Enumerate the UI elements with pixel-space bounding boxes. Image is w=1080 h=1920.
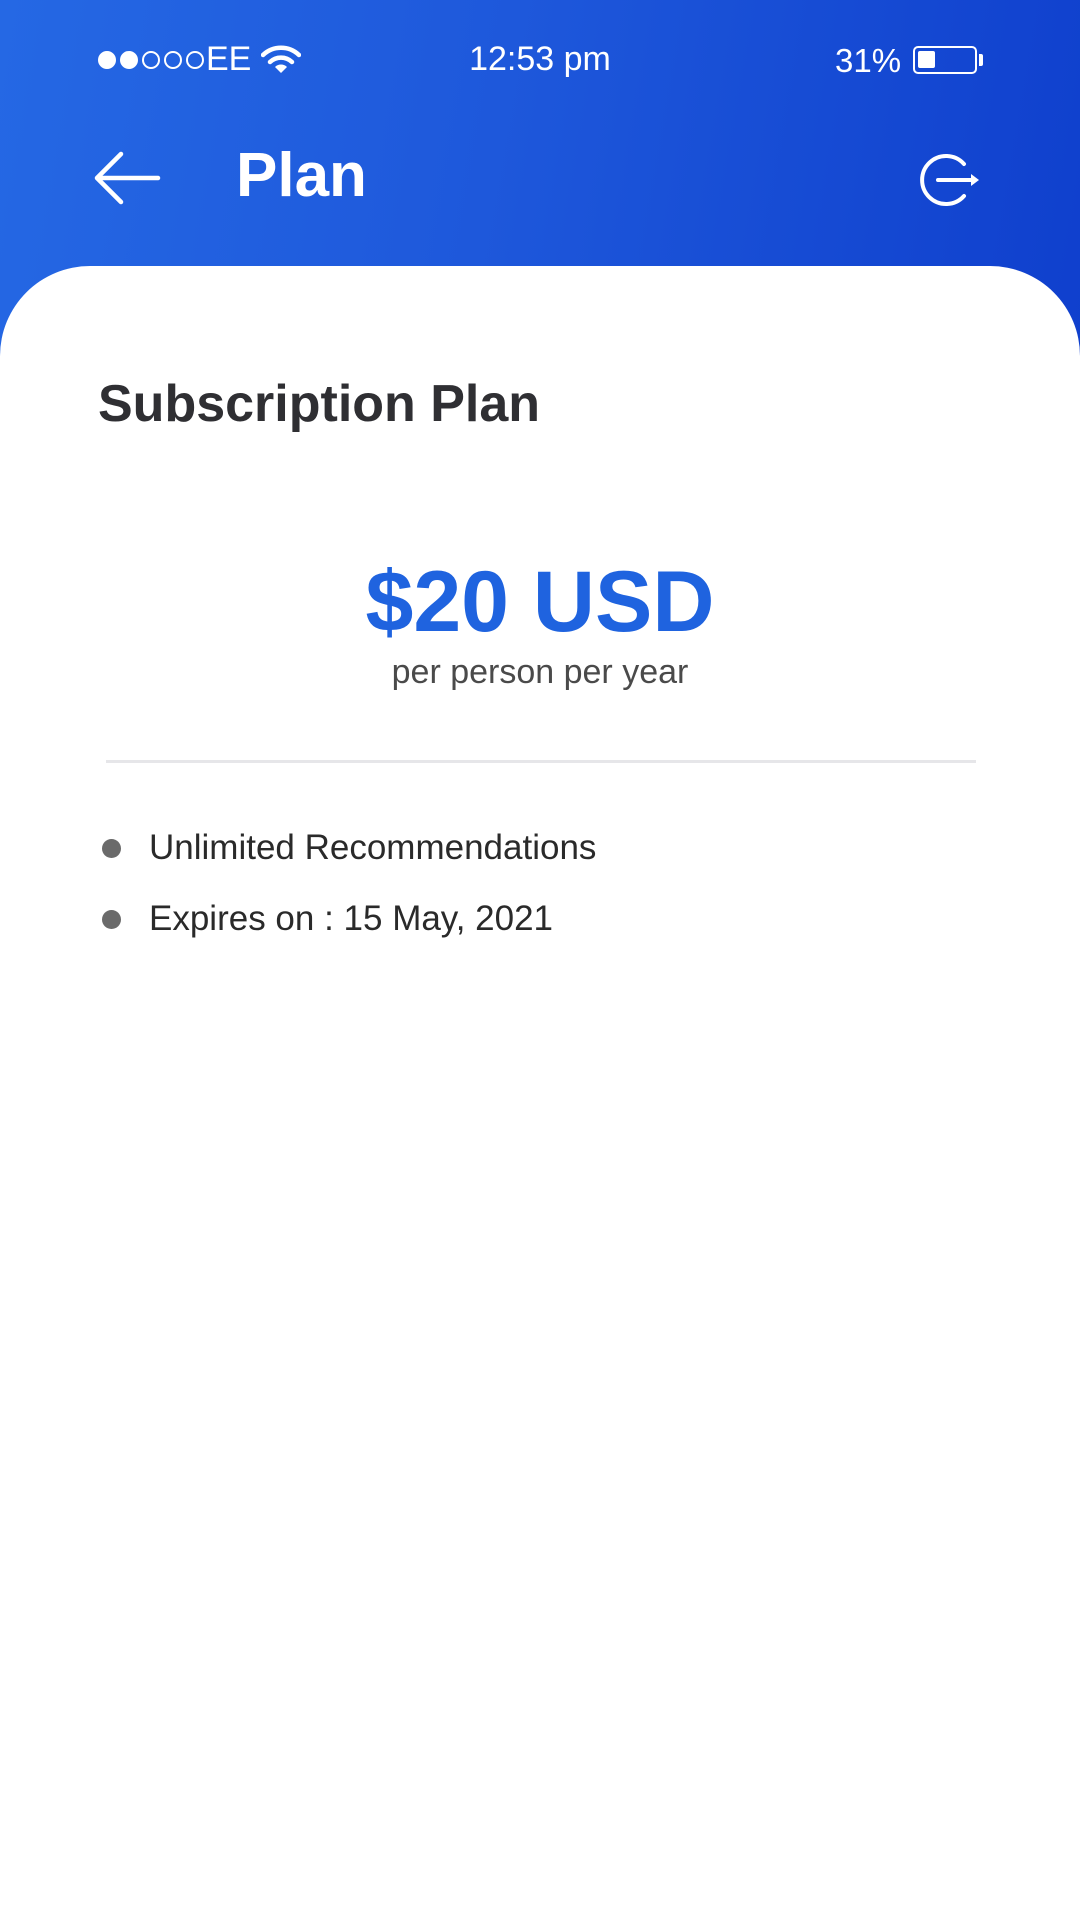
feature-item: Unlimited Recommendations <box>100 823 596 894</box>
section-title: Subscription Plan <box>98 375 541 433</box>
logout-icon <box>920 154 979 206</box>
feature-text: Expires on : 15 May, 2021 <box>149 899 554 938</box>
bullet-icon <box>102 839 121 858</box>
status-bar: EE 12:53 pm 31% <box>0 0 1080 120</box>
feature-list: Unlimited Recommendations Expires on : 1… <box>100 823 596 965</box>
battery-icon <box>913 46 977 74</box>
battery-level <box>918 51 935 68</box>
arrow-left-icon <box>94 151 161 205</box>
page-title: Plan <box>236 141 367 210</box>
price-period: per person per year <box>391 653 689 691</box>
feature-text: Unlimited Recommendations <box>149 828 597 867</box>
logout-button[interactable] <box>916 150 984 210</box>
content-card <box>0 266 1080 1920</box>
back-button[interactable] <box>92 148 162 208</box>
feature-item: Expires on : 15 May, 2021 <box>100 894 596 965</box>
divider <box>106 760 976 763</box>
bullet-icon <box>102 910 121 929</box>
battery-percentage: 31% <box>835 42 902 79</box>
plan-price: $20 USD <box>365 554 715 650</box>
battery-cap <box>979 54 983 66</box>
